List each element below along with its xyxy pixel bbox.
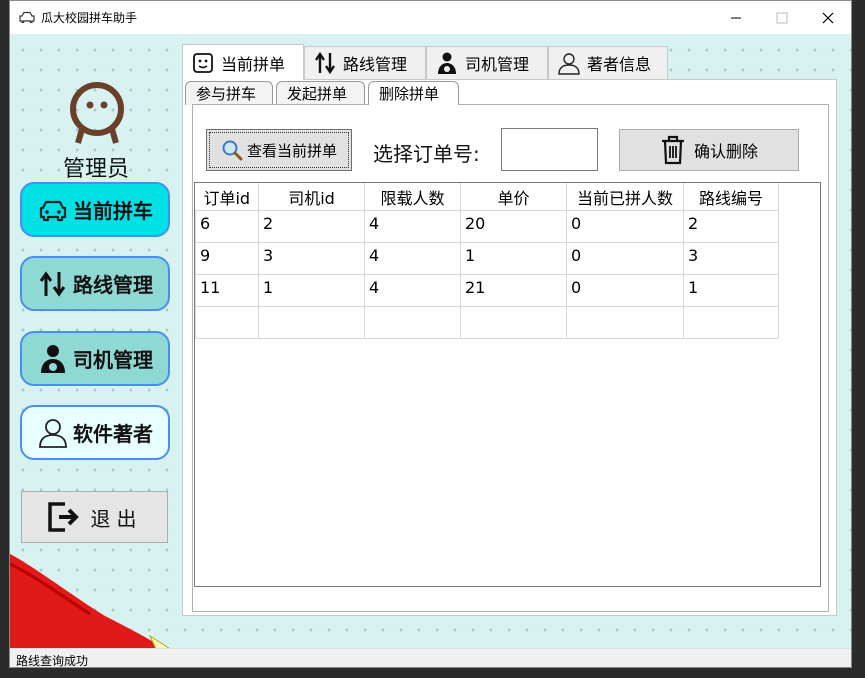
subtab-delete-order[interactable]: 删除拼单 [368, 81, 459, 105]
sidebar-item-label: 司机管理 [73, 348, 153, 372]
tab-current-orders[interactable]: 当前拼单 [182, 44, 304, 80]
subtab-label: 参与拼车 [196, 85, 257, 103]
order-number-input[interactable] [501, 128, 598, 171]
table-row[interactable]: 9 3 4 1 0 3 [195, 242, 779, 275]
subtab-label: 删除拼单 [379, 85, 440, 103]
title-bar: 瓜大校园拼车助手 [10, 1, 851, 34]
table-cell[interactable]: 3 [258, 242, 365, 275]
table-cell[interactable] [195, 306, 259, 339]
trash-icon [661, 135, 684, 165]
window-title: 瓜大校园拼车助手 [41, 11, 138, 25]
delete-button-label: 确认删除 [693, 142, 758, 161]
column-header[interactable]: 单价 [460, 183, 567, 211]
query-button-label: 查看当前拼单 [246, 141, 337, 160]
sidebar-item-label: 软件著者 [73, 422, 153, 446]
table-cell[interactable]: 4 [364, 210, 461, 243]
tab-label: 路线管理 [343, 55, 408, 74]
table-row[interactable]: 11 1 4 21 0 1 [195, 274, 779, 307]
sidebar-item-current-carpool[interactable]: 当前拼车 [20, 182, 170, 237]
column-header[interactable]: 司机id [258, 183, 365, 211]
route-arrows-icon [39, 270, 66, 297]
background-editor [852, 0, 865, 678]
table-cell[interactable]: 6 [195, 210, 259, 243]
view-current-orders-button[interactable]: 查看当前拼单 [206, 129, 352, 171]
table-cell[interactable]: 20 [460, 210, 567, 243]
minimize-button[interactable] [713, 1, 759, 34]
column-header[interactable]: 订单id [195, 183, 259, 211]
table-cell[interactable]: 3 [683, 242, 779, 275]
role-label: 管理员 [62, 157, 129, 182]
tab-route-management[interactable]: 路线管理 [304, 46, 426, 79]
orders-table: 订单id 司机id 限载人数 单价 当前已拼人数 路线编号 6 2 4 20 0… [194, 182, 821, 587]
table-cell[interactable]: 21 [460, 274, 567, 307]
tab-label: 司机管理 [465, 55, 530, 74]
table-row[interactable]: 6 2 4 20 0 2 [195, 210, 779, 243]
table-cell[interactable]: 2 [683, 210, 779, 243]
search-icon [222, 140, 243, 161]
exit-label: 退出 [90, 506, 143, 531]
tab-label: 著者信息 [587, 55, 652, 74]
table-cell[interactable] [683, 306, 779, 339]
logout-icon [47, 502, 79, 532]
table-row[interactable] [195, 306, 779, 339]
table-cell[interactable]: 9 [195, 242, 259, 275]
subtab-start-order[interactable]: 发起拼单 [276, 81, 365, 105]
status-bar: 路线查询成功 [10, 648, 851, 667]
sidebar-item-label: 当前拼车 [73, 199, 153, 223]
table-cell[interactable]: 0 [566, 274, 684, 307]
driver-icon [41, 344, 65, 373]
table-cell[interactable]: 4 [364, 242, 461, 275]
table-cell[interactable] [566, 306, 684, 339]
table-cell[interactable]: 2 [258, 210, 365, 243]
table-cell[interactable]: 4 [364, 274, 461, 307]
subtab-join-carpool[interactable]: 参与拼车 [185, 81, 273, 105]
confirm-delete-button[interactable]: 确认删除 [619, 129, 799, 171]
face-icon [193, 52, 213, 73]
user-outline-icon [39, 418, 67, 448]
tab-driver-management[interactable]: 司机管理 [426, 46, 548, 79]
car-icon [39, 200, 67, 221]
table-cell[interactable] [460, 306, 567, 339]
sidebar-item-software-author[interactable]: 软件著者 [20, 405, 170, 460]
subtab-label: 发起拼单 [287, 85, 348, 103]
table-cell[interactable]: 1 [258, 274, 365, 307]
maximize-icon [776, 12, 788, 23]
driver-icon [438, 52, 456, 74]
sidebar-item-driver-management[interactable]: 司机管理 [20, 331, 170, 386]
car-icon [19, 11, 35, 23]
background-editor [0, 668, 865, 678]
avatar [70, 82, 124, 144]
table-cell[interactable] [364, 306, 461, 339]
close-icon [822, 12, 834, 23]
column-header[interactable]: 当前已拼人数 [566, 183, 684, 211]
exit-button[interactable]: 退出 [21, 491, 168, 543]
table-cell[interactable]: 1 [683, 274, 779, 307]
app-window: 瓜大校园拼车助手 管理员 当前拼车 路线管理 司机管理 软件著者 退出 当前拼单… [9, 0, 852, 668]
sidebar-item-route-management[interactable]: 路线管理 [20, 256, 170, 311]
column-header[interactable]: 路线编号 [683, 183, 779, 211]
table-cell[interactable]: 0 [566, 210, 684, 243]
user-outline-icon [558, 53, 580, 75]
minimize-icon [731, 17, 741, 18]
maximize-button[interactable] [759, 1, 805, 34]
column-header[interactable]: 限载人数 [364, 183, 461, 211]
select-order-label: 选择订单号: [373, 142, 480, 166]
table-cell[interactable] [258, 306, 365, 339]
tab-label: 当前拼单 [221, 54, 286, 74]
table-header-row: 订单id 司机id 限载人数 单价 当前已拼人数 路线编号 [195, 183, 779, 211]
table-cell[interactable]: 1 [460, 242, 567, 275]
table-cell[interactable]: 0 [566, 242, 684, 275]
sidebar-item-label: 路线管理 [73, 273, 153, 297]
tab-author-info[interactable]: 著者信息 [548, 46, 668, 79]
close-button[interactable] [805, 1, 851, 34]
route-arrows-icon [315, 51, 335, 75]
table-cell[interactable]: 11 [195, 274, 259, 307]
